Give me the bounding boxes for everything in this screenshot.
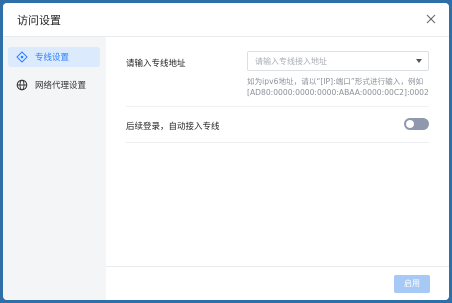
sidebar-item-label: 专线设置 xyxy=(35,53,70,63)
sidebar-item-dedicated-line[interactable]: 专线设置 xyxy=(8,47,100,67)
auto-connect-label: 后续登录，自动接入专线 xyxy=(126,122,220,132)
settings-content: 请输入专线地址 请输入专线接入地址 如为ipv6地址，请以“[IP]:端口”形式… xyxy=(106,37,449,266)
divider xyxy=(126,142,429,143)
close-icon[interactable] xyxy=(423,11,439,27)
divider xyxy=(126,106,429,107)
address-label: 请输入专线地址 xyxy=(126,59,186,69)
dialog-footer: 启用 xyxy=(106,266,449,300)
dialog-title: 访问设置 xyxy=(17,14,61,27)
sidebar-item-label: 网络代理设置 xyxy=(35,81,87,91)
address-select[interactable]: 请输入专线接入地址 xyxy=(247,51,429,71)
globe-icon xyxy=(16,79,28,91)
dialog-titlebar: 访问设置 xyxy=(3,3,449,37)
toggle-knob xyxy=(406,120,414,128)
auto-connect-toggle[interactable] xyxy=(404,118,429,130)
address-placeholder: 请输入专线接入地址 xyxy=(255,57,327,66)
window-frame: 访问设置 专线设置 网络代理设置 请输入专线地址 请输入专线接入地址 如为ipv… xyxy=(0,0,452,303)
access-settings-dialog: 访问设置 专线设置 网络代理设置 请输入专线地址 请输入专线接入地址 如为ipv… xyxy=(3,3,449,300)
ipv6-hint-line1: 如为ipv6地址，请以“[IP]:端口”形式进行输入，例如 xyxy=(247,77,424,86)
ipv6-hint-line2: [AD80:0000:0000:0000:ABAA:0000:00C2]:000… xyxy=(247,88,429,97)
dedicated-line-icon xyxy=(16,51,28,63)
sidebar-item-proxy[interactable]: 网络代理设置 xyxy=(8,75,100,95)
chevron-down-icon xyxy=(416,59,422,63)
settings-sidebar: 专线设置 网络代理设置 xyxy=(3,37,106,300)
enable-button[interactable]: 启用 xyxy=(394,275,430,293)
